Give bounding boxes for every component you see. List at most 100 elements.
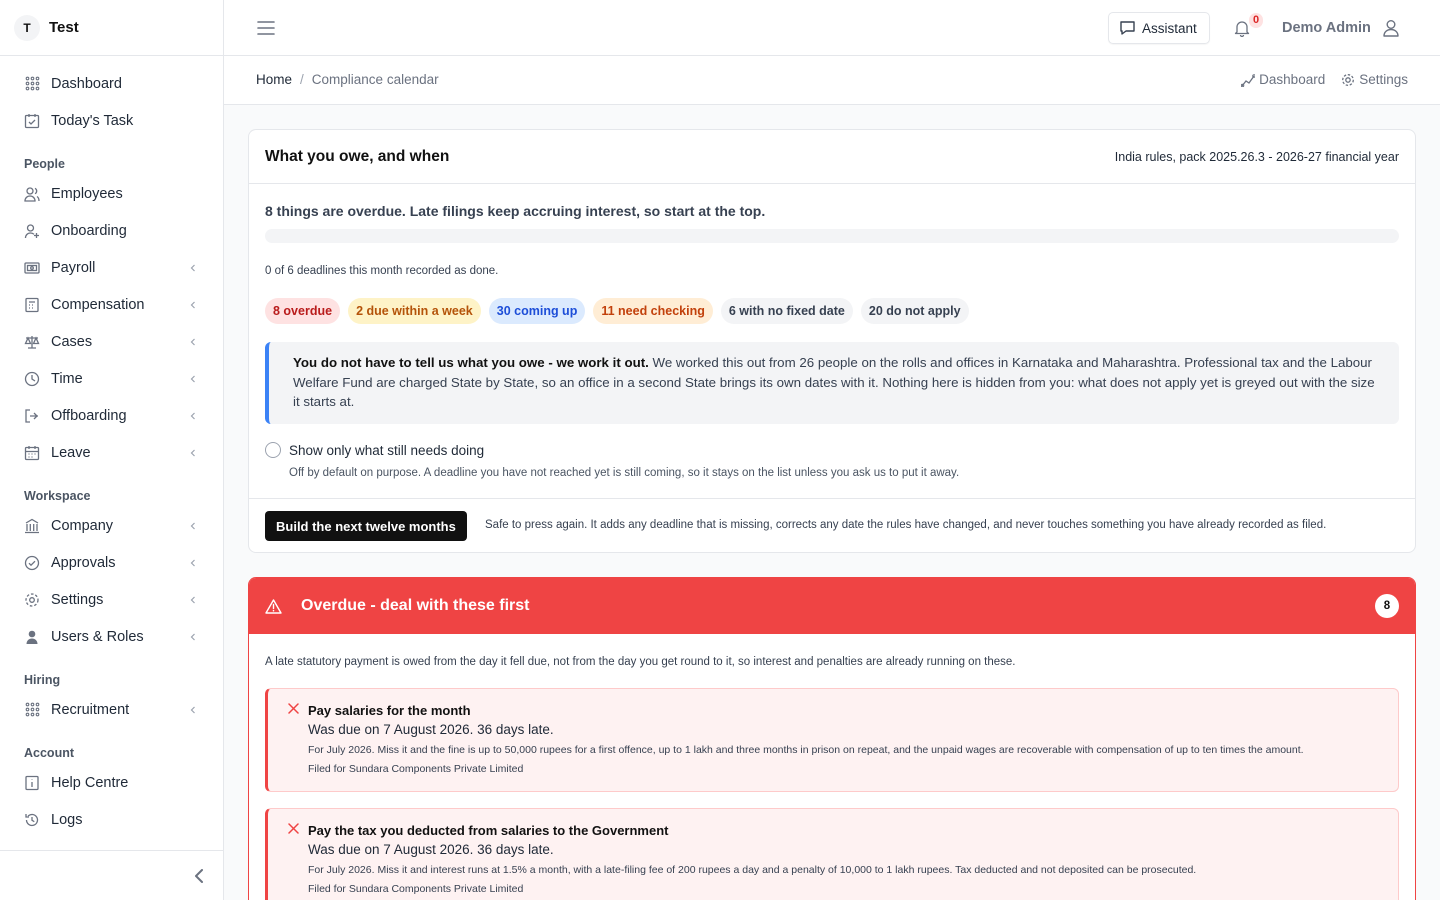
- sidebar-section-account: Account: [24, 746, 74, 760]
- sidebar-item-offboarding[interactable]: Offboarding: [0, 397, 223, 434]
- chevron-left-icon: [190, 706, 195, 713]
- sidebar-item-settings[interactable]: Settings: [0, 581, 223, 618]
- chevron-left-icon: [190, 264, 195, 271]
- dashboard-link-label: Dashboard: [1259, 72, 1326, 87]
- main-content: What you owe, and when India rules, pack…: [224, 105, 1440, 900]
- sidebar-item-help-centre[interactable]: Help Centre: [0, 764, 223, 801]
- breadcrumb-current: Compliance calendar: [311, 72, 439, 87]
- clock-icon: [24, 371, 40, 387]
- sidebar-item-recruitment[interactable]: Recruitment: [0, 691, 223, 728]
- sidebar-item-today-s-task[interactable]: Today's Task: [0, 102, 223, 139]
- sidebar-item-label: Today's Task: [51, 112, 134, 129]
- status-chip-due-within-a-week[interactable]: 2 due within a week: [348, 298, 481, 324]
- sidebar-item-label: Payroll: [51, 259, 96, 276]
- chevron-left-icon: [190, 338, 195, 345]
- warning-icon: [265, 598, 282, 614]
- sidebar-item-label: Onboarding: [51, 222, 127, 239]
- user-shield-icon: [24, 629, 40, 645]
- sidebar-item-label: Employees: [51, 185, 123, 202]
- status-chip-need-checking[interactable]: 11 need checking: [593, 298, 713, 324]
- sidebar-item-time[interactable]: Time: [0, 360, 223, 397]
- chevron-left-icon: [190, 449, 195, 456]
- chevron-left-icon: [190, 559, 195, 566]
- sidebar-item-employees[interactable]: Employees: [0, 175, 223, 212]
- chevron-left-icon: [190, 375, 195, 382]
- chevron-left-icon: [190, 522, 195, 529]
- sidebar-item-label: Company: [51, 517, 114, 534]
- sidebar-item-label: Compensation: [51, 296, 145, 313]
- payroll-icon: [24, 260, 40, 276]
- status-chip-do-not-apply[interactable]: 20 do not apply: [860, 298, 969, 324]
- grid-icon: [24, 76, 40, 92]
- assistant-button[interactable]: Assistant: [1108, 12, 1210, 44]
- sidebar-item-approvals[interactable]: Approvals: [0, 544, 223, 581]
- calculator-icon: [24, 297, 40, 313]
- overdue-intro-text: A late statutory payment is owed from th…: [265, 656, 1016, 668]
- overdue-item[interactable]: Pay the tax you deducted from salaries t…: [265, 808, 1399, 900]
- sidebar-item-label: Time: [51, 370, 83, 387]
- workspace-switcher[interactable]: T Test: [0, 0, 223, 56]
- overdue-item-penalty: For July 2026. Miss it and interest runs…: [308, 864, 1197, 876]
- overdue-section: Overdue - deal with these first 8 A late…: [248, 577, 1416, 900]
- overdue-item[interactable]: Pay salaries for the month Was due on 7 A…: [265, 688, 1399, 792]
- info-callout-heading: You do not have to tell us what you owe …: [293, 355, 649, 370]
- workspace-avatar: T: [14, 14, 40, 41]
- notifications-count-badge: 0: [1249, 13, 1264, 28]
- dashboard-link[interactable]: Dashboard: [1241, 72, 1325, 87]
- status-filter-chips: 8 overdue 2 due within a week 30 coming up…: [265, 298, 969, 324]
- close-x-icon: [288, 823, 299, 834]
- rules-pack-meta: India rules, pack 2025.26.3 - 2026-27 fi…: [1114, 149, 1399, 164]
- sidebar-section-workspace: Workspace: [24, 489, 91, 503]
- trend-icon: [1241, 73, 1256, 87]
- logout-icon: [24, 408, 40, 424]
- sidebar-item-users-roles[interactable]: Users & Roles: [0, 618, 223, 655]
- sidebar-item-cases[interactable]: Cases: [0, 323, 223, 360]
- overdue-title: Overdue - deal with these first: [301, 597, 530, 614]
- show-pending-only-radio[interactable]: [265, 442, 281, 458]
- collapse-sidebar-icon[interactable]: [193, 869, 205, 888]
- overdue-item-title: Pay salaries for the month: [308, 703, 471, 718]
- overdue-item-filed-for: Filed for Sundara Components Private Lim…: [308, 763, 524, 775]
- sidebar-item-dashboard[interactable]: Dashboard: [0, 65, 223, 102]
- notifications-bell-icon[interactable]: [1234, 19, 1250, 42]
- sidebar-item-logs[interactable]: Logs: [0, 801, 223, 838]
- user-plus-icon: [24, 223, 40, 239]
- user-profile-icon[interactable]: [1382, 19, 1400, 42]
- sidebar-footer: [0, 850, 223, 900]
- status-chip-overdue[interactable]: 8 overdue: [265, 298, 341, 324]
- menu-toggle-icon[interactable]: [257, 20, 275, 41]
- chevron-left-icon: [190, 412, 195, 419]
- overdue-header[interactable]: Overdue - deal with these first 8: [249, 578, 1415, 634]
- sidebar-item-compensation[interactable]: Compensation: [0, 286, 223, 323]
- info-callout: You do not have to tell us what you owe …: [265, 342, 1399, 424]
- sidebar-item-label: Cases: [51, 333, 93, 350]
- page-links: Dashboard Settings: [1241, 72, 1408, 87]
- overdue-item-title: Pay the tax you deducted from salaries t…: [308, 823, 669, 838]
- status-chip-with-no-fixed-date[interactable]: 6 with no fixed date: [720, 298, 853, 324]
- build-help-text: Safe to press again. It adds any deadlin…: [485, 519, 1327, 531]
- assistant-label: Assistant: [1142, 20, 1197, 36]
- sidebar-item-company[interactable]: Company: [0, 507, 223, 544]
- sidebar-item-onboarding[interactable]: Onboarding: [0, 212, 223, 249]
- breadcrumb-home-link[interactable]: Home: [256, 72, 292, 87]
- user-name[interactable]: Demo Admin: [1282, 20, 1371, 36]
- show-pending-only-toggle[interactable]: Show only what still needs doing: [265, 442, 484, 458]
- sidebar-item-label: Dashboard: [51, 75, 122, 92]
- sidebar-item-label: Users & Roles: [51, 628, 144, 645]
- chat-icon: [1120, 21, 1135, 35]
- sidebar-nav: Dashboard Today's Task People Employees Onbo…: [0, 56, 223, 838]
- settings-link[interactable]: Settings: [1341, 72, 1408, 87]
- gear-icon: [24, 592, 40, 608]
- overdue-item-filed-for: Filed for Sundara Components Private Lim…: [308, 883, 524, 895]
- settings-link-label: Settings: [1359, 72, 1408, 87]
- overdue-count-badge: 8: [1375, 594, 1399, 618]
- breadcrumb-separator: /: [300, 72, 304, 87]
- sidebar-item-leave[interactable]: Leave: [0, 434, 223, 471]
- overdue-item-penalty: For July 2026. Miss it and the fine is u…: [308, 744, 1304, 756]
- build-next-twelve-months-button[interactable]: Build the next twelve months: [265, 511, 467, 541]
- sidebar-item-payroll[interactable]: Payroll: [0, 249, 223, 286]
- close-x-icon: [288, 703, 299, 714]
- status-chip-coming-up[interactable]: 30 coming up: [488, 298, 586, 324]
- scale-icon: [24, 334, 40, 350]
- overdue-summary-text: 8 things are overdue. Late filings keep …: [265, 203, 766, 219]
